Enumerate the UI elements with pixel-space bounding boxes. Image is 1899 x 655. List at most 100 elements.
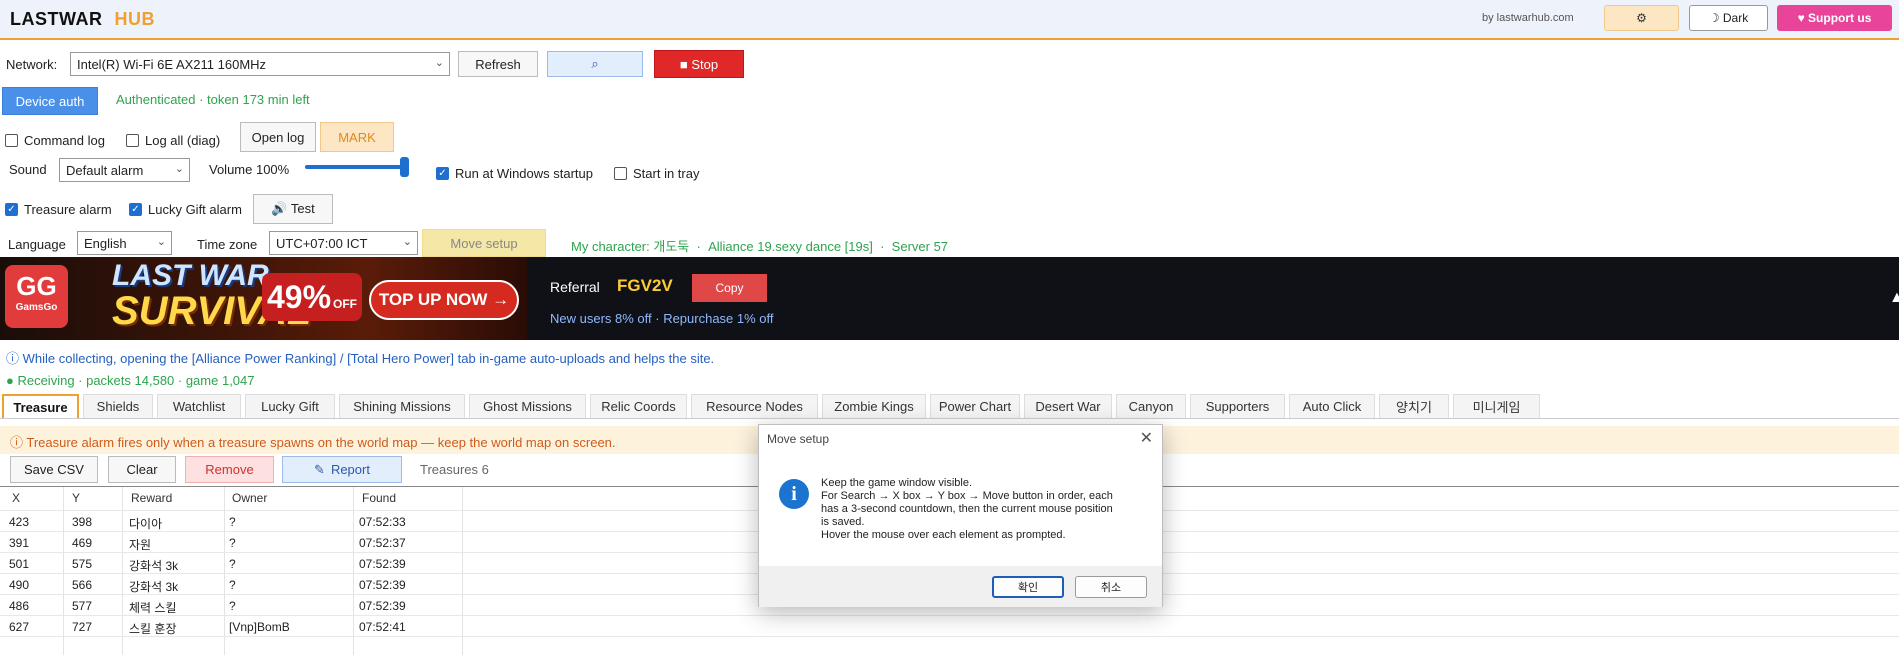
cell-found: 07:52:33: [359, 515, 406, 529]
cell-reward: 자원: [129, 538, 152, 552]
volume-slider-thumb[interactable]: [400, 157, 409, 177]
cell-x: 391: [9, 536, 30, 550]
table-row[interactable]: 627 727 스킬 훈장 [Vnp]BomB 07:52:41: [0, 617, 1899, 638]
refresh-button[interactable]: Refresh: [458, 51, 538, 77]
cell-y: 577: [72, 599, 93, 613]
cell-y: 398: [72, 515, 93, 529]
log-all-checkbox[interactable]: Log all (diag): [126, 133, 220, 148]
column-header-y[interactable]: Y: [72, 491, 80, 505]
save-csv-button[interactable]: Save CSV: [10, 456, 98, 483]
volume-slider-fill: [305, 165, 409, 169]
tab-desert-war[interactable]: Desert War: [1024, 394, 1112, 418]
character-info: My character: 개도둑 · Alliance 19.sexy dan…: [571, 236, 948, 255]
site-credit: by lastwarhub.com: [1482, 12, 1574, 24]
report-label: Report: [330, 462, 370, 477]
chevron-down-icon: ⌄: [434, 57, 444, 69]
stop-button[interactable]: ■ Stop: [654, 50, 744, 78]
ad-discount-suffix: OFF: [333, 297, 358, 311]
sound-select[interactable]: Default alarm ⌄: [59, 158, 190, 182]
info-icon: i: [779, 479, 809, 509]
tab-zombie-kings[interactable]: Zombie Kings: [822, 394, 926, 418]
tab-canyon[interactable]: Canyon: [1116, 394, 1186, 418]
ad-banner[interactable]: GG GamsGo LAST WAR SURVIVAL 49% OFF TOP U…: [0, 257, 527, 340]
character-name: 개도둑: [653, 239, 690, 254]
startup-checkbox[interactable]: ✓ Run at Windows startup: [436, 166, 593, 181]
settings-button[interactable]: ⚙: [1604, 5, 1679, 31]
cell-reward: 강화석 3k: [129, 580, 179, 594]
tab-resource-nodes[interactable]: Resource Nodes: [691, 394, 818, 418]
referral-code: FGV2V: [617, 276, 673, 295]
volume-slider[interactable]: [305, 157, 409, 177]
tab-power-chart[interactable]: Power Chart: [930, 394, 1020, 418]
tab-shepherd[interactable]: 양치기: [1379, 394, 1449, 418]
cell-y: 575: [72, 557, 93, 571]
auth-status: Authenticated · token 173 min left: [116, 92, 310, 107]
banner-arrow-icon[interactable]: ▲: [1889, 289, 1899, 307]
check-icon: ✓: [436, 167, 449, 180]
character-label: My character:: [571, 239, 650, 254]
lucky-gift-alarm-checkbox[interactable]: ✓ Lucky Gift alarm: [129, 202, 242, 217]
close-icon[interactable]: ✕: [1140, 428, 1153, 448]
network-select-value: Intel(R) Wi-Fi 6E AX211 160MHz: [77, 57, 267, 72]
report-button[interactable]: ✎ Report: [282, 456, 402, 483]
timezone-label: Time zone: [197, 237, 258, 252]
dark-mode-button[interactable]: ☽ Dark: [1689, 5, 1768, 31]
tab-shining-missions[interactable]: Shining Missions: [339, 394, 465, 418]
column-header-owner[interactable]: Owner: [232, 491, 267, 505]
column-header-reward[interactable]: Reward: [131, 491, 172, 505]
ok-button[interactable]: 확인: [992, 576, 1064, 598]
tab-treasure[interactable]: Treasure: [2, 394, 79, 418]
search-button[interactable]: ⌕: [547, 51, 643, 77]
cell-owner: ?: [229, 536, 236, 550]
open-log-button[interactable]: Open log: [240, 122, 316, 152]
tab-watchlist[interactable]: Watchlist: [157, 394, 241, 418]
command-log-checkbox[interactable]: Command log: [5, 133, 105, 148]
treasure-alarm-checkbox[interactable]: ✓ Treasure alarm: [5, 202, 112, 217]
cell-owner: ?: [229, 578, 236, 592]
sound-select-value: Default alarm: [66, 163, 144, 178]
device-auth-button[interactable]: Device auth: [2, 87, 98, 115]
alliance-info: Alliance 19.sexy dance [19s]: [708, 239, 873, 254]
startup-label: Run at Windows startup: [455, 166, 594, 181]
tab-lucky-gift[interactable]: Lucky Gift: [245, 394, 335, 418]
cell-x: 627: [9, 620, 30, 634]
mark-button[interactable]: MARK: [320, 122, 394, 152]
separator: ·: [692, 239, 705, 254]
clear-button[interactable]: Clear: [108, 456, 176, 483]
cancel-button[interactable]: 취소: [1075, 576, 1147, 598]
cell-owner: ?: [229, 557, 236, 571]
column-header-x[interactable]: X: [12, 491, 20, 505]
checkbox-empty-icon: [5, 134, 18, 147]
cell-owner: [Vnp]BomB: [229, 620, 290, 634]
network-label: Network:: [6, 57, 58, 72]
timezone-select[interactable]: UTC+07:00 ICT ⌄: [269, 231, 418, 255]
cell-reward: 스킬 훈장: [129, 622, 177, 636]
column-header-found[interactable]: Found: [362, 491, 396, 505]
language-label: Language: [8, 237, 66, 252]
cell-y: 469: [72, 536, 93, 550]
referral-subtext: New users 8% off · Repurchase 1% off: [550, 311, 774, 326]
cell-reward: 강화석 3k: [129, 559, 179, 573]
support-button[interactable]: ♥ Support us: [1777, 5, 1892, 31]
tab-minigame[interactable]: 미니게임: [1453, 394, 1540, 418]
remove-button[interactable]: Remove: [185, 456, 274, 483]
cell-found: 07:52:37: [359, 536, 406, 550]
move-setup-button[interactable]: Move setup: [422, 229, 546, 257]
tab-bar: Treasure Shields Watchlist Lucky Gift Sh…: [0, 392, 1899, 419]
checkbox-empty-icon: [614, 167, 627, 180]
network-select[interactable]: Intel(R) Wi-Fi 6E AX211 160MHz ⌄: [70, 52, 450, 76]
tab-supporters[interactable]: Supporters: [1190, 394, 1285, 418]
tab-auto-click[interactable]: Auto Click: [1289, 394, 1375, 418]
move-setup-dialog: Move setup ✕ i Keep the game window visi…: [758, 424, 1163, 607]
log-all-label: Log all (diag): [145, 133, 221, 148]
tray-checkbox[interactable]: Start in tray: [614, 166, 699, 181]
tab-shields[interactable]: Shields: [83, 394, 153, 418]
top-up-now-button[interactable]: TOP UP NOW →: [369, 280, 519, 320]
app-header: LASTWAR HUB by lastwarhub.com ⚙ ☽ Dark ♥ …: [0, 0, 1899, 40]
cell-found: 07:52:39: [359, 578, 406, 592]
tab-relic-coords[interactable]: Relic Coords: [590, 394, 687, 418]
tab-ghost-missions[interactable]: Ghost Missions: [469, 394, 586, 418]
copy-button[interactable]: Copy: [692, 274, 767, 302]
test-sound-button[interactable]: 🔊 Test: [253, 194, 333, 224]
language-select[interactable]: English ⌄: [77, 231, 172, 255]
